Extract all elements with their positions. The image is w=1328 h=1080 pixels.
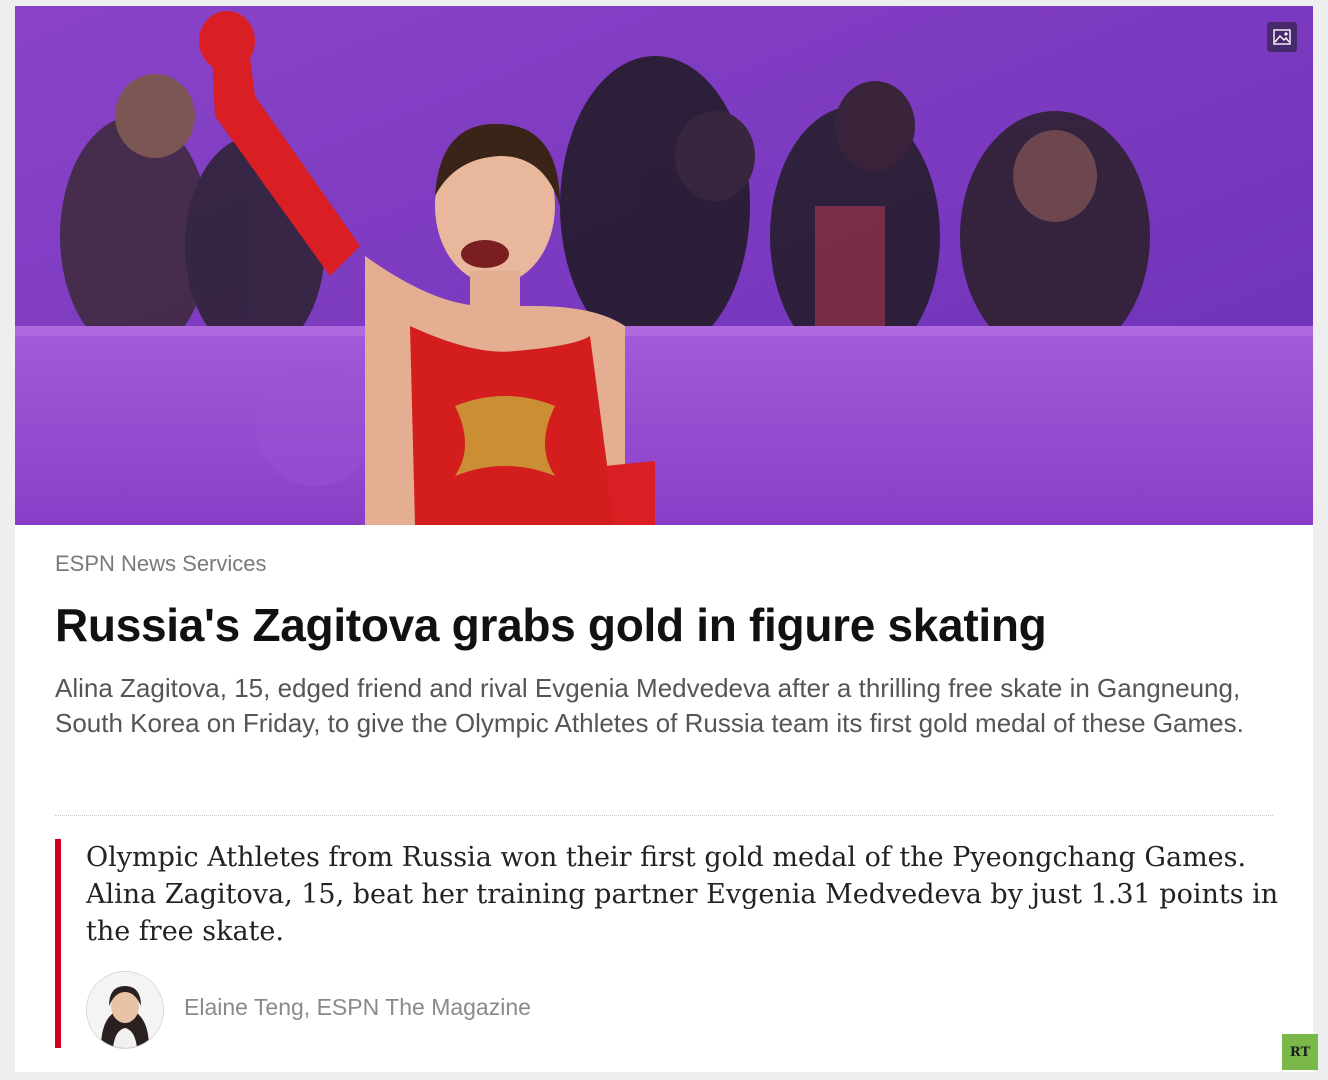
quote-accent-bar — [55, 839, 61, 1048]
rt-logo-badge: RT — [1282, 1034, 1318, 1070]
article-summary: Alina Zagitova, 15, edged friend and riv… — [55, 673, 1244, 738]
author-byline[interactable]: Elaine Teng, ESPN The Magazine — [184, 994, 531, 1021]
divider — [55, 815, 1273, 816]
article-card[interactable]: ESPN News Services Russia's Zagitova gra… — [15, 6, 1313, 1072]
article-source: ESPN News Services — [55, 551, 267, 576]
pull-quote: Olympic Athletes from Russia won their f… — [86, 842, 1279, 947]
article-headline[interactable]: Russia's Zagitova grabs gold in figure s… — [55, 598, 1047, 652]
avatar-icon — [87, 972, 163, 1048]
image-icon[interactable] — [1267, 22, 1297, 52]
image-icon-glyph — [1273, 29, 1291, 45]
skater-photo — [15, 6, 1313, 525]
author-avatar[interactable] — [86, 971, 164, 1049]
hero-image[interactable] — [15, 6, 1313, 525]
